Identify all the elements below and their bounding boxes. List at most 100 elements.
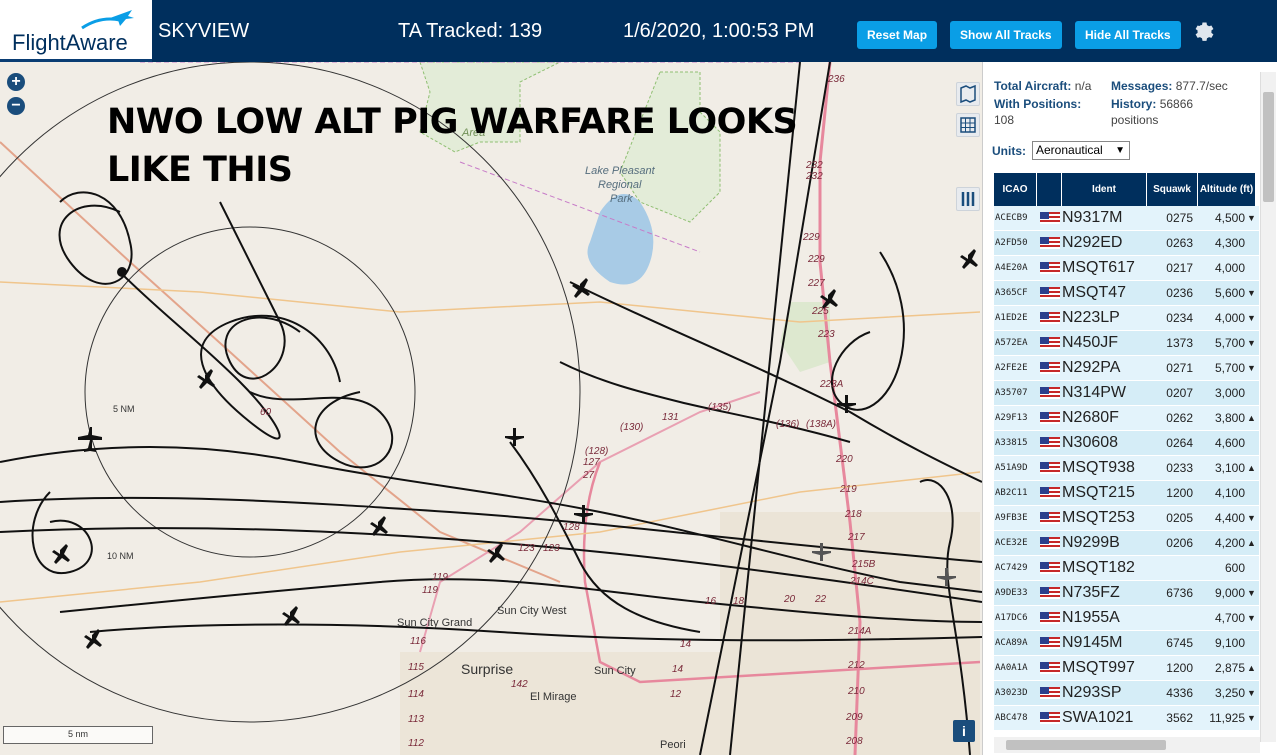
flag-cell xyxy=(1037,356,1062,380)
col-squawk[interactable]: Squawk xyxy=(1147,173,1198,206)
svg-text:128: 128 xyxy=(563,522,580,533)
reset-map-button[interactable]: Reset Map xyxy=(857,21,938,49)
svg-text:20: 20 xyxy=(783,594,796,605)
table-row[interactable]: A3023D N293SP 4336 3,250 ▼ xyxy=(994,681,1259,706)
svg-text:229: 229 xyxy=(807,254,825,265)
altitude-cell: 9,100 xyxy=(1214,636,1245,650)
flag-cell xyxy=(1037,456,1062,480)
svg-text:16: 16 xyxy=(705,596,717,607)
svg-text:112: 112 xyxy=(408,738,424,749)
table-row[interactable]: A365CF MSQT47 0236 5,600 ▼ xyxy=(994,281,1259,306)
svg-text:18: 18 xyxy=(733,596,745,607)
col-icao[interactable]: ICAO xyxy=(994,173,1037,206)
climbing-icon: ▲ xyxy=(1247,538,1256,548)
table-row[interactable]: A17DC6 N1955A 4,700 ▼ xyxy=(994,606,1259,631)
zoom-out-button[interactable]: − xyxy=(7,97,25,115)
svg-text:119: 119 xyxy=(432,572,448,583)
climbing-icon: ▲ xyxy=(1247,463,1256,473)
icao-cell: A29F13 xyxy=(995,413,1028,423)
table-row[interactable]: A9FB3E MSQT253 0205 4,400 ▼ xyxy=(994,506,1259,531)
flag-cell xyxy=(1037,556,1062,580)
descending-icon: ▼ xyxy=(1247,288,1256,298)
svg-text:220: 220 xyxy=(835,454,853,465)
descending-icon: ▼ xyxy=(1247,713,1256,723)
table-row[interactable]: A2FD50 N292ED 0263 4,300 xyxy=(994,231,1259,256)
table-row[interactable]: ACE32E N9299B 0206 4,200 ▲ xyxy=(994,531,1259,556)
vertical-scroll-thumb[interactable] xyxy=(1263,92,1274,202)
flag-cell xyxy=(1037,431,1062,455)
svg-text:60: 60 xyxy=(260,407,272,418)
us-flag-icon xyxy=(1039,587,1060,599)
ident-cell: N314PW xyxy=(1062,384,1127,401)
with-positions-label: With Positions: xyxy=(994,97,1082,111)
units-select[interactable]: Aeronautical ▼ xyxy=(1032,141,1130,160)
column-toggle-icon[interactable] xyxy=(956,187,980,211)
table-row[interactable]: A51A9D MSQT938 0233 3,100 ▲ xyxy=(994,456,1259,481)
icao-cell: A572EA xyxy=(995,338,1028,348)
col-altitude[interactable]: Altitude (ft) xyxy=(1198,173,1256,206)
altitude-cell: 3,800 ▲ xyxy=(1214,411,1256,425)
flag-cell xyxy=(1037,231,1062,255)
icao-cell: ACECB9 xyxy=(995,213,1028,223)
gear-icon[interactable] xyxy=(1192,19,1216,43)
descending-icon: ▼ xyxy=(1247,688,1256,698)
us-flag-icon xyxy=(1039,412,1060,424)
col-ident[interactable]: Ident xyxy=(1062,173,1147,206)
us-flag-icon xyxy=(1039,712,1060,724)
table-row[interactable]: ABC478 SWA1021 3562 11,925 ▼ xyxy=(994,706,1259,731)
svg-text:116: 116 xyxy=(410,636,426,647)
altitude-cell: 4,600 xyxy=(1214,436,1245,450)
overlay-caption: NWO LOW ALT PIG WARFARE LOOKS LIKE THIS xyxy=(107,102,798,190)
table-row[interactable]: A1ED2E N223LP 0234 4,000 ▼ xyxy=(994,306,1259,331)
ident-cell: N450JF xyxy=(1062,334,1119,351)
aircraft-panel: Total Aircraft: n/a Messages: 877.7/sec … xyxy=(982,62,1277,755)
table-row[interactable]: A35707 N314PW 0207 3,000 xyxy=(994,381,1259,406)
vertical-scrollbar[interactable] xyxy=(1260,72,1276,742)
squawk-cell: 6736 xyxy=(1166,586,1193,600)
header-bar: FlightAware SKYVIEW TA Tracked: 139 1/6/… xyxy=(0,0,1277,62)
svg-text:219: 219 xyxy=(839,484,857,495)
descending-icon: ▼ xyxy=(1247,213,1256,223)
altitude-cell: 4,400 ▼ xyxy=(1214,511,1256,525)
squawk-cell xyxy=(1147,556,1198,580)
table-row[interactable]: AB2C11 MSQT215 1200 4,100 xyxy=(994,481,1259,506)
altitude-cell: 600 xyxy=(1224,561,1245,575)
squawk-cell: 3562 xyxy=(1166,711,1193,725)
table-row[interactable]: A4E20A MSQT617 0217 4,000 xyxy=(994,256,1259,281)
svg-text:(135): (135) xyxy=(708,402,731,413)
map-canvas[interactable]: Lake Pleasant Regional Park Area Sun Cit… xyxy=(0,62,982,755)
table-body: ACECB9 N9317M 0275 4,500 ▼ A2FD50 N292ED 0263 4,… xyxy=(994,206,1259,731)
flag-cell xyxy=(1037,656,1062,680)
zoom-in-button[interactable]: + xyxy=(7,73,25,91)
flightaware-logo[interactable]: FlightAware xyxy=(0,0,152,62)
table-row[interactable]: A33815 N30608 0264 4,600 xyxy=(994,431,1259,456)
us-flag-icon xyxy=(1039,537,1060,549)
map-layers-icon[interactable] xyxy=(956,82,980,106)
table-row[interactable]: A572EA N450JF 1373 5,700 ▼ xyxy=(994,331,1259,356)
horizontal-scrollbar[interactable] xyxy=(994,737,1260,753)
table-row[interactable]: A9DE33 N735FZ 6736 9,000 ▼ xyxy=(994,581,1259,606)
col-flag[interactable] xyxy=(1037,173,1062,206)
squawk-cell: 6745 xyxy=(1166,636,1193,650)
table-row[interactable]: AC7429 MSQT182 600 xyxy=(994,556,1259,581)
flag-cell xyxy=(1037,381,1062,405)
grid-icon[interactable] xyxy=(956,113,980,137)
icao-cell: A2FD50 xyxy=(995,238,1028,248)
table-row[interactable]: A29F13 N2680F 0262 3,800 ▲ xyxy=(994,406,1259,431)
aircraft-table: ICAO Ident Squawk Altitude (ft) ACECB9 N9… xyxy=(994,173,1259,731)
us-flag-icon xyxy=(1039,337,1060,349)
table-row[interactable]: A2FE2E N292PA 0271 5,700 ▼ xyxy=(994,356,1259,381)
horizontal-scroll-thumb[interactable] xyxy=(1006,740,1166,750)
info-button[interactable]: i xyxy=(953,720,975,742)
squawk-cell: 4336 xyxy=(1166,686,1193,700)
icao-cell: A35707 xyxy=(995,388,1028,398)
table-row[interactable]: ACECB9 N9317M 0275 4,500 ▼ xyxy=(994,206,1259,231)
table-row[interactable]: ACA89A N9145M 6745 9,100 xyxy=(994,631,1259,656)
scale-bar: 5 nm xyxy=(3,726,153,744)
ident-cell: MSQT938 xyxy=(1062,459,1135,476)
table-row[interactable]: AA0A1A MSQT997 1200 2,875 ▲ xyxy=(994,656,1259,681)
show-all-tracks-button[interactable]: Show All Tracks xyxy=(950,21,1062,49)
hide-all-tracks-button[interactable]: Hide All Tracks xyxy=(1075,21,1181,49)
flag-cell xyxy=(1037,531,1062,555)
altitude-cell: 4,500 ▼ xyxy=(1214,211,1256,225)
